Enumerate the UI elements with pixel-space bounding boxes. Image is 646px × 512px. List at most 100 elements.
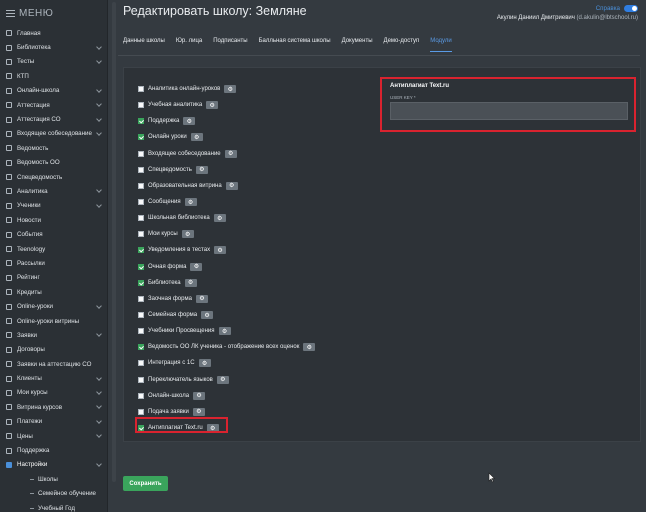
- sidebar-item[interactable]: Мои курсы: [0, 386, 107, 400]
- sidebar-item[interactable]: Ученики: [0, 199, 107, 213]
- sidebar-subitem[interactable]: Школы: [0, 472, 107, 486]
- sidebar-item[interactable]: Ведомость: [0, 141, 107, 155]
- sidebar-item[interactable]: Платежи: [0, 415, 107, 429]
- sidebar-item[interactable]: Teenology: [0, 242, 107, 256]
- sidebar-item[interactable]: Главная: [0, 26, 107, 40]
- sidebar-item[interactable]: Online-уроки: [0, 299, 107, 313]
- module-settings-icon[interactable]: ⚙: [190, 262, 203, 271]
- sidebar-item[interactable]: Настройки: [0, 458, 107, 472]
- module-settings-icon[interactable]: ⚙: [184, 198, 197, 207]
- module-checkbox[interactable]: [138, 344, 144, 351]
- sidebar-item[interactable]: Аттестация СО: [0, 112, 107, 126]
- sidebar-item[interactable]: Рассылки: [0, 256, 107, 270]
- module-settings-icon[interactable]: ⚙: [224, 149, 237, 158]
- module-checkbox[interactable]: [138, 279, 144, 286]
- sidebar-item[interactable]: Входящее собеседование: [0, 127, 107, 141]
- module-settings-icon[interactable]: ⚙: [213, 214, 226, 223]
- sidebar-item[interactable]: Спецведомость: [0, 170, 107, 184]
- module-settings-icon[interactable]: ⚙: [192, 407, 205, 416]
- module-label: Подача заявки: [148, 408, 189, 415]
- chevron-down-icon: [96, 130, 102, 136]
- sidebar-item-label: Онлайн-школа: [17, 87, 60, 95]
- sidebar-item[interactable]: Online-уроки витрины: [0, 314, 107, 328]
- tab[interactable]: Подписанты: [213, 38, 247, 52]
- module-checkbox[interactable]: [138, 215, 144, 222]
- tab[interactable]: Юр. лица: [176, 38, 202, 52]
- module-checkbox[interactable]: [138, 376, 144, 383]
- sidebar-item[interactable]: Клиенты: [0, 371, 107, 385]
- sidebar-subitem[interactable]: Учебный Год: [0, 501, 107, 512]
- module-row: Ведомость ОО ЛК ученика - отображение вс…: [138, 339, 316, 355]
- module-settings-icon[interactable]: ⚙: [224, 85, 237, 94]
- module-settings-icon[interactable]: ⚙: [195, 294, 208, 303]
- module-checkbox[interactable]: [138, 150, 144, 157]
- sidebar-item[interactable]: Кредиты: [0, 285, 107, 299]
- module-settings-icon[interactable]: ⚙: [195, 165, 208, 174]
- module-checkbox[interactable]: [138, 328, 144, 335]
- module-row: Поддержка ⚙: [138, 113, 315, 129]
- sidebar-item[interactable]: Поддержка: [0, 443, 107, 457]
- module-checkbox[interactable]: [138, 86, 144, 93]
- tab[interactable]: Документы: [342, 38, 373, 52]
- sidebar-item[interactable]: События: [0, 227, 107, 241]
- module-checkbox[interactable]: [138, 134, 144, 141]
- module-checkbox[interactable]: [138, 118, 144, 125]
- module-checkbox[interactable]: [138, 166, 144, 173]
- sidebar-item[interactable]: Новости: [0, 213, 107, 227]
- module-checkbox[interactable]: [138, 360, 144, 367]
- sidebar-item[interactable]: Рейтинг: [0, 271, 107, 285]
- user-name: Акулин Даниил Дмитриевич: [496, 15, 575, 21]
- module-checkbox[interactable]: [138, 312, 144, 319]
- module-checkbox[interactable]: [138, 295, 144, 302]
- module-checkbox[interactable]: [138, 263, 144, 270]
- module-settings-icon[interactable]: ⚙: [184, 278, 197, 287]
- module-settings-icon[interactable]: ⚙: [193, 391, 206, 400]
- sidebar-item[interactable]: КТП: [0, 69, 107, 83]
- sidebar-scrollbar[interactable]: [112, 2, 116, 482]
- sidebar-item[interactable]: Витрина курсов: [0, 400, 107, 414]
- user-key-input[interactable]: [390, 102, 628, 120]
- module-checkbox[interactable]: [138, 392, 144, 399]
- module-settings-icon[interactable]: ⚙: [216, 375, 229, 384]
- menu-header[interactable]: МЕНЮ: [0, 0, 107, 26]
- sidebar-item[interactable]: Заявки на аттестацию СО: [0, 357, 107, 371]
- module-settings-icon[interactable]: ⚙: [198, 359, 211, 368]
- tab[interactable]: Демо-доступ: [384, 38, 420, 52]
- module-settings-icon[interactable]: ⚙: [181, 230, 194, 239]
- sidebar-item[interactable]: Тесты: [0, 55, 107, 69]
- tab[interactable]: Данные школы: [123, 38, 165, 52]
- tab[interactable]: Балльная система школы: [259, 38, 331, 52]
- tab[interactable]: Модули: [430, 38, 452, 52]
- module-checkbox[interactable]: [138, 231, 144, 238]
- sidebar-item[interactable]: Договоры: [0, 343, 107, 357]
- module-checkbox[interactable]: [138, 102, 144, 109]
- module-settings-icon[interactable]: ⚙: [214, 246, 227, 255]
- module-checkbox[interactable]: [138, 408, 144, 415]
- module-checkbox[interactable]: [138, 182, 144, 189]
- user-info[interactable]: Акулин Даниил Дмитриевич (d.akulin@lbtsc…: [497, 15, 638, 21]
- module-settings-icon[interactable]: ⚙: [225, 181, 238, 190]
- save-button[interactable]: Сохранить: [123, 476, 168, 491]
- settings-title: Антиплагиат Text.ru: [390, 83, 450, 89]
- module-settings-icon[interactable]: ⚙: [303, 343, 316, 352]
- module-settings-icon[interactable]: ⚙: [183, 117, 196, 126]
- sidebar-item[interactable]: Заявки: [0, 328, 107, 342]
- sidebar-item[interactable]: Цены: [0, 429, 107, 443]
- module-checkbox[interactable]: [138, 199, 144, 206]
- menu-label: МЕНЮ: [19, 7, 54, 19]
- module-settings-icon[interactable]: ⚙: [218, 327, 231, 336]
- module-settings-icon[interactable]: ⚙: [190, 133, 203, 142]
- sidebar-item[interactable]: Аналитика: [0, 184, 107, 198]
- user-key-label: USER KEY *: [390, 95, 416, 100]
- sidebar-item[interactable]: Ведомость ОО: [0, 156, 107, 170]
- sidebar-subitem[interactable]: Семейное обучение: [0, 487, 107, 501]
- sidebar-item[interactable]: Аттестация: [0, 98, 107, 112]
- sidebar-item-icon: [6, 145, 12, 152]
- help-link[interactable]: Справка: [596, 5, 620, 12]
- sidebar-item[interactable]: Библиотека: [0, 40, 107, 54]
- theme-toggle[interactable]: [624, 5, 638, 12]
- module-settings-icon[interactable]: ⚙: [201, 311, 214, 320]
- module-checkbox[interactable]: [138, 247, 144, 254]
- sidebar-item[interactable]: Онлайн-школа: [0, 84, 107, 98]
- module-settings-icon[interactable]: ⚙: [206, 101, 219, 110]
